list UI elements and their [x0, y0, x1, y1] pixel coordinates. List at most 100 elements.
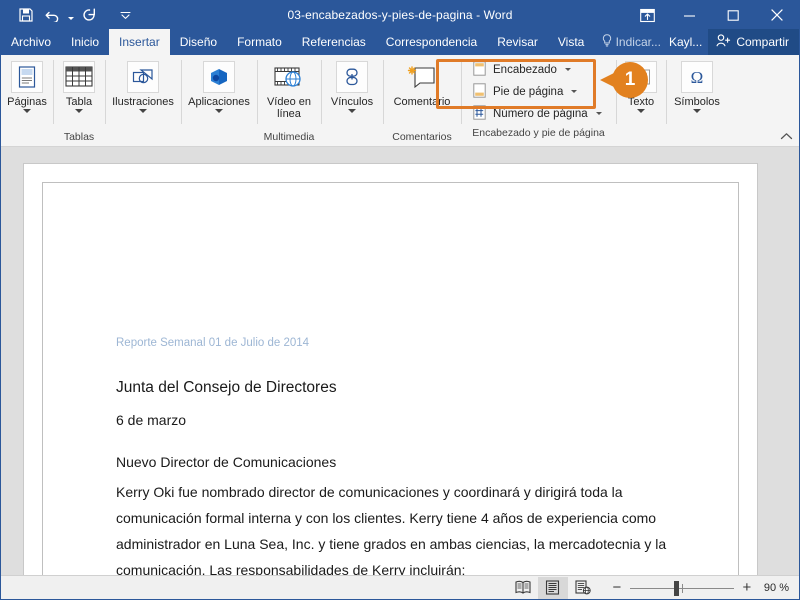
- collapse-ribbon-icon[interactable]: [780, 132, 793, 144]
- document-header-text[interactable]: Reporte Semanal 01 de Julio de 2014: [116, 337, 696, 349]
- zoom-level-label[interactable]: 90 %: [764, 582, 789, 594]
- numero-de-pagina-button[interactable]: Número de página: [469, 103, 610, 124]
- comentario-label: Comentario: [393, 96, 451, 108]
- group-label-aplicaciones: [181, 128, 257, 146]
- tab-diseno[interactable]: Diseño: [170, 29, 227, 55]
- document-canvas[interactable]: Reporte Semanal 01 de Julio de 2014 Junt…: [1, 147, 799, 575]
- group-label-encabezado-pie: Encabezado y pie de página: [472, 127, 605, 139]
- group-label-multimedia: Multimedia: [263, 131, 315, 143]
- customize-qat-icon[interactable]: [114, 3, 136, 27]
- minimize-icon[interactable]: [667, 1, 711, 29]
- zoom-in-button[interactable]: +: [738, 579, 756, 597]
- vinculos-button[interactable]: Vínculos: [324, 59, 380, 113]
- footer-icon: [473, 82, 486, 101]
- redo-icon[interactable]: [76, 3, 102, 27]
- read-mode-icon[interactable]: [508, 577, 538, 599]
- tabla-button[interactable]: Tabla: [56, 59, 102, 113]
- status-bar-right: − + 90 %: [508, 576, 799, 599]
- zoom-out-button[interactable]: −: [608, 579, 626, 597]
- ribbon-group-comentarios: Comentario Comentarios: [383, 55, 461, 146]
- web-layout-icon[interactable]: [568, 577, 598, 599]
- document-content[interactable]: Reporte Semanal 01 de Julio de 2014 Junt…: [116, 337, 696, 575]
- vinculos-caret-icon[interactable]: [348, 109, 356, 113]
- ribbon-group-multimedia: Vídeo en línea Multimedia: [257, 55, 321, 146]
- link-icon: [336, 61, 368, 93]
- page-icon: [11, 61, 43, 93]
- online-video-icon: [273, 61, 305, 93]
- zoom-slider-thumb[interactable]: [673, 580, 679, 596]
- paginas-caret-icon[interactable]: [23, 109, 31, 113]
- aplicaciones-caret-icon[interactable]: [215, 109, 223, 113]
- group-label-paginas: [1, 128, 53, 146]
- texto-caret-icon[interactable]: [637, 109, 645, 113]
- tab-correspondencia[interactable]: Correspondencia: [376, 29, 487, 55]
- ribbon-display-options-icon[interactable]: [627, 1, 667, 29]
- paginas-button[interactable]: Páginas: [4, 59, 50, 113]
- callout-badge-1: 1: [600, 62, 648, 98]
- ilustraciones-button[interactable]: Ilustraciones: [108, 59, 178, 113]
- document-heading: Junta del Consejo de Directores: [116, 379, 337, 396]
- tab-revisar[interactable]: Revisar: [487, 29, 548, 55]
- undo-icon[interactable]: [39, 3, 65, 27]
- apps-icon: [203, 61, 235, 93]
- simbolos-caret-icon[interactable]: [693, 109, 701, 113]
- comentario-button[interactable]: Comentario: [386, 59, 458, 108]
- tabla-caret-icon[interactable]: [75, 109, 83, 113]
- tab-formato[interactable]: Formato: [227, 29, 292, 55]
- close-icon[interactable]: [755, 1, 799, 29]
- header-icon: [473, 60, 486, 79]
- encabezado-button[interactable]: Encabezado: [469, 59, 610, 80]
- callout-number: 1: [624, 69, 636, 90]
- ribbon-group-paginas: Páginas: [1, 55, 53, 146]
- tab-insertar[interactable]: Insertar: [109, 29, 170, 55]
- comment-icon: [406, 61, 438, 93]
- ribbon-group-tablas: Tabla Tablas: [53, 55, 105, 146]
- pie-de-pagina-caret-icon[interactable]: [571, 90, 578, 93]
- tab-bar-right: Indicar... Kayl... Compartir: [596, 29, 799, 55]
- vinculos-label: Vínculos: [330, 96, 374, 108]
- ribbon-group-ilustraciones: Ilustraciones: [105, 55, 181, 146]
- share-person-icon: [716, 34, 731, 50]
- simbolos-button[interactable]: Ω Símbolos: [669, 59, 725, 113]
- ilustraciones-label: Ilustraciones: [112, 96, 174, 108]
- numero-de-pagina-label: Número de página: [493, 107, 588, 120]
- ribbon-group-aplicaciones: Aplicaciones: [181, 55, 257, 146]
- ilustraciones-caret-icon[interactable]: [139, 109, 147, 113]
- video-en-linea-button[interactable]: Vídeo en línea: [260, 59, 318, 120]
- ribbon-group-encabezado-pie: Encabezado Pie de página Número de págin…: [461, 55, 616, 146]
- ribbon: Páginas Tabla Tablas Ilustraciones Aplic…: [1, 55, 799, 147]
- shapes-icon: [127, 61, 159, 93]
- aplicaciones-button[interactable]: Aplicaciones: [184, 59, 254, 113]
- pie-de-pagina-button[interactable]: Pie de página: [469, 81, 610, 102]
- aplicaciones-label: Aplicaciones: [188, 96, 250, 108]
- table-icon: [63, 61, 95, 93]
- ribbon-group-simbolos: Ω Símbolos: [666, 55, 728, 146]
- tab-inicio[interactable]: Inicio: [61, 29, 109, 55]
- tell-me-label: Indicar...: [615, 35, 661, 49]
- tab-vista[interactable]: Vista: [548, 29, 594, 55]
- quick-access-toolbar: [1, 1, 136, 29]
- word-window: 03-encabezados-y-pies-de-pagina - Word A…: [0, 0, 800, 600]
- title-bar: 03-encabezados-y-pies-de-pagina - Word: [1, 1, 799, 29]
- tab-archivo[interactable]: Archivo: [1, 29, 61, 55]
- share-button[interactable]: Compartir: [708, 29, 799, 55]
- save-icon[interactable]: [13, 3, 39, 27]
- print-layout-icon[interactable]: [537, 576, 568, 599]
- video-en-linea-label: Vídeo en línea: [266, 96, 312, 120]
- tab-referencias[interactable]: Referencias: [292, 29, 376, 55]
- encabezado-label: Encabezado: [493, 63, 557, 76]
- document-date: 6 de marzo: [116, 412, 187, 428]
- paginas-label: Páginas: [7, 96, 47, 108]
- tell-me-box[interactable]: Indicar...: [596, 29, 667, 55]
- omega-icon: Ω: [681, 61, 713, 93]
- encabezado-caret-icon[interactable]: [564, 68, 571, 71]
- window-controls: [627, 1, 799, 29]
- tabla-label: Tabla: [65, 96, 93, 108]
- maximize-icon[interactable]: [711, 1, 755, 29]
- numero-de-pagina-caret-icon[interactable]: [595, 112, 602, 115]
- undo-dropdown-icon[interactable]: [65, 3, 76, 27]
- zoom-slider[interactable]: [629, 579, 734, 597]
- page-number-icon: [473, 104, 486, 123]
- ribbon-tab-bar: Archivo Inicio Insertar Diseño Formato R…: [1, 29, 799, 55]
- account-name[interactable]: Kayl...: [667, 29, 708, 55]
